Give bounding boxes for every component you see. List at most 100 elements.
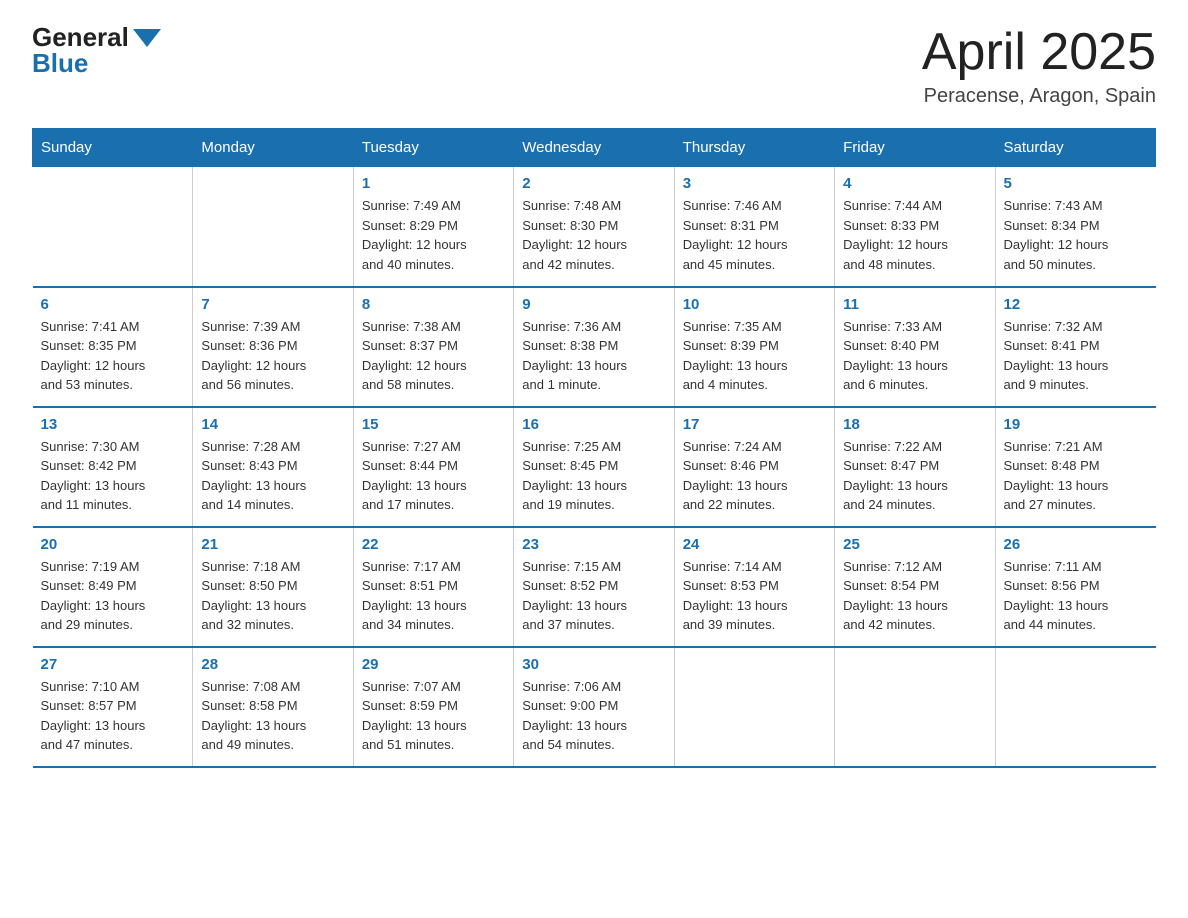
- day-info: Sunrise: 7:19 AM Sunset: 8:49 PM Dayligh…: [41, 557, 185, 635]
- header-day-wednesday: Wednesday: [514, 129, 674, 167]
- day-info: Sunrise: 7:27 AM Sunset: 8:44 PM Dayligh…: [362, 437, 505, 515]
- day-number: 13: [41, 416, 185, 433]
- calendar-cell: 30 Sunrise: 7:06 AM Sunset: 9:00 PM Dayli…: [514, 647, 674, 767]
- calendar-cell: [33, 167, 193, 287]
- calendar-cell: 15 Sunrise: 7:27 AM Sunset: 8:44 PM Dayli…: [353, 407, 513, 527]
- day-number: 2: [522, 175, 665, 192]
- week-row-2: 6 Sunrise: 7:41 AM Sunset: 8:35 PM Daylig…: [33, 287, 1156, 407]
- header-day-friday: Friday: [835, 129, 995, 167]
- day-number: 16: [522, 416, 665, 433]
- day-number: 11: [843, 296, 986, 313]
- day-number: 7: [201, 296, 344, 313]
- day-info: Sunrise: 7:15 AM Sunset: 8:52 PM Dayligh…: [522, 557, 665, 635]
- day-number: 24: [683, 536, 826, 553]
- header-day-tuesday: Tuesday: [353, 129, 513, 167]
- calendar-table: SundayMondayTuesdayWednesdayThursdayFrid…: [32, 128, 1156, 768]
- day-info: Sunrise: 7:21 AM Sunset: 8:48 PM Dayligh…: [1004, 437, 1148, 515]
- calendar-cell: 20 Sunrise: 7:19 AM Sunset: 8:49 PM Dayli…: [33, 527, 193, 647]
- day-info: Sunrise: 7:41 AM Sunset: 8:35 PM Dayligh…: [41, 317, 185, 395]
- header-day-thursday: Thursday: [674, 129, 834, 167]
- calendar-cell: [193, 167, 353, 287]
- day-number: 8: [362, 296, 505, 313]
- day-number: 26: [1004, 536, 1148, 553]
- day-number: 23: [522, 536, 665, 553]
- title-block: April 2025 Peracense, Aragon, Spain: [922, 24, 1156, 108]
- day-number: 19: [1004, 416, 1148, 433]
- calendar-cell: 21 Sunrise: 7:18 AM Sunset: 8:50 PM Dayli…: [193, 527, 353, 647]
- day-number: 14: [201, 416, 344, 433]
- calendar-cell: [674, 647, 834, 767]
- calendar-cell: 13 Sunrise: 7:30 AM Sunset: 8:42 PM Dayli…: [33, 407, 193, 527]
- day-info: Sunrise: 7:30 AM Sunset: 8:42 PM Dayligh…: [41, 437, 185, 515]
- day-info: Sunrise: 7:22 AM Sunset: 8:47 PM Dayligh…: [843, 437, 986, 515]
- week-row-4: 20 Sunrise: 7:19 AM Sunset: 8:49 PM Dayli…: [33, 527, 1156, 647]
- calendar-cell: 26Sunrise: 7:11 AM Sunset: 8:56 PM Dayli…: [995, 527, 1155, 647]
- day-info: Sunrise: 7:07 AM Sunset: 8:59 PM Dayligh…: [362, 677, 505, 755]
- day-number: 3: [683, 175, 826, 192]
- week-row-3: 13 Sunrise: 7:30 AM Sunset: 8:42 PM Dayli…: [33, 407, 1156, 527]
- calendar-body: 1 Sunrise: 7:49 AM Sunset: 8:29 PM Daylig…: [33, 167, 1156, 767]
- day-number: 12: [1004, 296, 1148, 313]
- page-header: General Blue April 2025 Peracense, Arago…: [32, 24, 1156, 108]
- calendar-cell: 17Sunrise: 7:24 AM Sunset: 8:46 PM Dayli…: [674, 407, 834, 527]
- day-info: Sunrise: 7:49 AM Sunset: 8:29 PM Dayligh…: [362, 196, 505, 274]
- day-info: Sunrise: 7:38 AM Sunset: 8:37 PM Dayligh…: [362, 317, 505, 395]
- day-number: 20: [41, 536, 185, 553]
- day-info: Sunrise: 7:44 AM Sunset: 8:33 PM Dayligh…: [843, 196, 986, 274]
- calendar-cell: 23 Sunrise: 7:15 AM Sunset: 8:52 PM Dayli…: [514, 527, 674, 647]
- calendar-cell: 3 Sunrise: 7:46 AM Sunset: 8:31 PM Daylig…: [674, 167, 834, 287]
- calendar-cell: 27 Sunrise: 7:10 AM Sunset: 8:57 PM Dayli…: [33, 647, 193, 767]
- header-day-saturday: Saturday: [995, 129, 1155, 167]
- day-info: Sunrise: 7:32 AM Sunset: 8:41 PM Dayligh…: [1004, 317, 1148, 395]
- day-number: 30: [522, 656, 665, 673]
- calendar-cell: 16 Sunrise: 7:25 AM Sunset: 8:45 PM Dayli…: [514, 407, 674, 527]
- day-number: 6: [41, 296, 185, 313]
- day-info: Sunrise: 7:35 AM Sunset: 8:39 PM Dayligh…: [683, 317, 826, 395]
- day-number: 15: [362, 416, 505, 433]
- calendar-cell: [995, 647, 1155, 767]
- day-number: 17: [683, 416, 826, 433]
- day-number: 29: [362, 656, 505, 673]
- day-number: 27: [41, 656, 185, 673]
- calendar-cell: 5 Sunrise: 7:43 AM Sunset: 8:34 PM Daylig…: [995, 167, 1155, 287]
- day-number: 18: [843, 416, 986, 433]
- day-number: 21: [201, 536, 344, 553]
- day-number: 5: [1004, 175, 1148, 192]
- calendar-cell: [835, 647, 995, 767]
- day-info: Sunrise: 7:46 AM Sunset: 8:31 PM Dayligh…: [683, 196, 826, 274]
- calendar-cell: 28 Sunrise: 7:08 AM Sunset: 8:58 PM Dayli…: [193, 647, 353, 767]
- day-number: 10: [683, 296, 826, 313]
- calendar-cell: 22Sunrise: 7:17 AM Sunset: 8:51 PM Dayli…: [353, 527, 513, 647]
- calendar-title: April 2025: [922, 24, 1156, 81]
- calendar-cell: 1 Sunrise: 7:49 AM Sunset: 8:29 PM Daylig…: [353, 167, 513, 287]
- calendar-cell: 7 Sunrise: 7:39 AM Sunset: 8:36 PM Daylig…: [193, 287, 353, 407]
- calendar-cell: 14 Sunrise: 7:28 AM Sunset: 8:43 PM Dayli…: [193, 407, 353, 527]
- day-info: Sunrise: 7:48 AM Sunset: 8:30 PM Dayligh…: [522, 196, 665, 274]
- day-info: Sunrise: 7:18 AM Sunset: 8:50 PM Dayligh…: [201, 557, 344, 635]
- day-info: Sunrise: 7:06 AM Sunset: 9:00 PM Dayligh…: [522, 677, 665, 755]
- day-number: 1: [362, 175, 505, 192]
- calendar-cell: 8 Sunrise: 7:38 AM Sunset: 8:37 PM Daylig…: [353, 287, 513, 407]
- day-info: Sunrise: 7:08 AM Sunset: 8:58 PM Dayligh…: [201, 677, 344, 755]
- day-number: 28: [201, 656, 344, 673]
- logo-general: General: [32, 24, 129, 50]
- week-row-1: 1 Sunrise: 7:49 AM Sunset: 8:29 PM Daylig…: [33, 167, 1156, 287]
- day-number: 25: [843, 536, 986, 553]
- calendar-cell: 6 Sunrise: 7:41 AM Sunset: 8:35 PM Daylig…: [33, 287, 193, 407]
- day-info: Sunrise: 7:39 AM Sunset: 8:36 PM Dayligh…: [201, 317, 344, 395]
- day-number: 4: [843, 175, 986, 192]
- calendar-cell: 10 Sunrise: 7:35 AM Sunset: 8:39 PM Dayli…: [674, 287, 834, 407]
- calendar-header: SundayMondayTuesdayWednesdayThursdayFrid…: [33, 129, 1156, 167]
- logo: General Blue: [32, 24, 161, 76]
- day-info: Sunrise: 7:10 AM Sunset: 8:57 PM Dayligh…: [41, 677, 185, 755]
- day-number: 22: [362, 536, 505, 553]
- day-info: Sunrise: 7:43 AM Sunset: 8:34 PM Dayligh…: [1004, 196, 1148, 274]
- calendar-cell: 4 Sunrise: 7:44 AM Sunset: 8:33 PM Daylig…: [835, 167, 995, 287]
- day-info: Sunrise: 7:25 AM Sunset: 8:45 PM Dayligh…: [522, 437, 665, 515]
- header-day-monday: Monday: [193, 129, 353, 167]
- calendar-cell: 2 Sunrise: 7:48 AM Sunset: 8:30 PM Daylig…: [514, 167, 674, 287]
- calendar-cell: 24Sunrise: 7:14 AM Sunset: 8:53 PM Dayli…: [674, 527, 834, 647]
- day-number: 9: [522, 296, 665, 313]
- day-info: Sunrise: 7:28 AM Sunset: 8:43 PM Dayligh…: [201, 437, 344, 515]
- header-row: SundayMondayTuesdayWednesdayThursdayFrid…: [33, 129, 1156, 167]
